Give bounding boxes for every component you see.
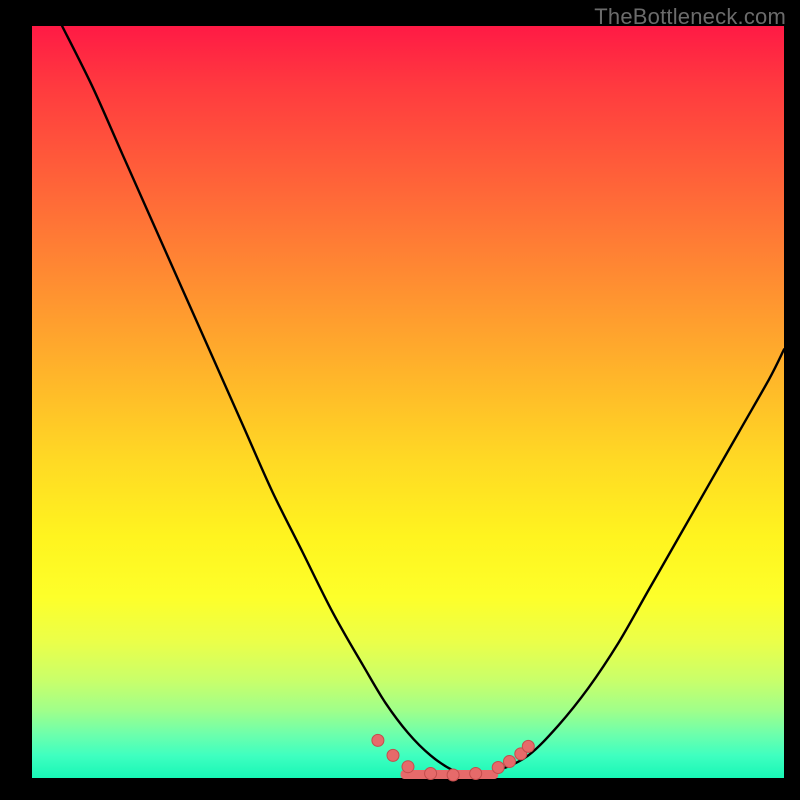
curve-markers [372,734,534,781]
curve-marker [387,749,399,761]
curve-marker [372,734,384,746]
curve-marker [492,762,504,774]
chart-frame: TheBottleneck.com [0,0,800,800]
plot-area [32,26,784,778]
bottleneck-curve-path [62,26,784,778]
curve-marker [522,740,534,752]
bottleneck-curve-svg [32,26,784,778]
curve-marker [425,768,437,780]
curve-marker [504,756,516,768]
curve-marker [447,769,459,781]
curve-marker [402,761,414,773]
curve-marker [470,768,482,780]
